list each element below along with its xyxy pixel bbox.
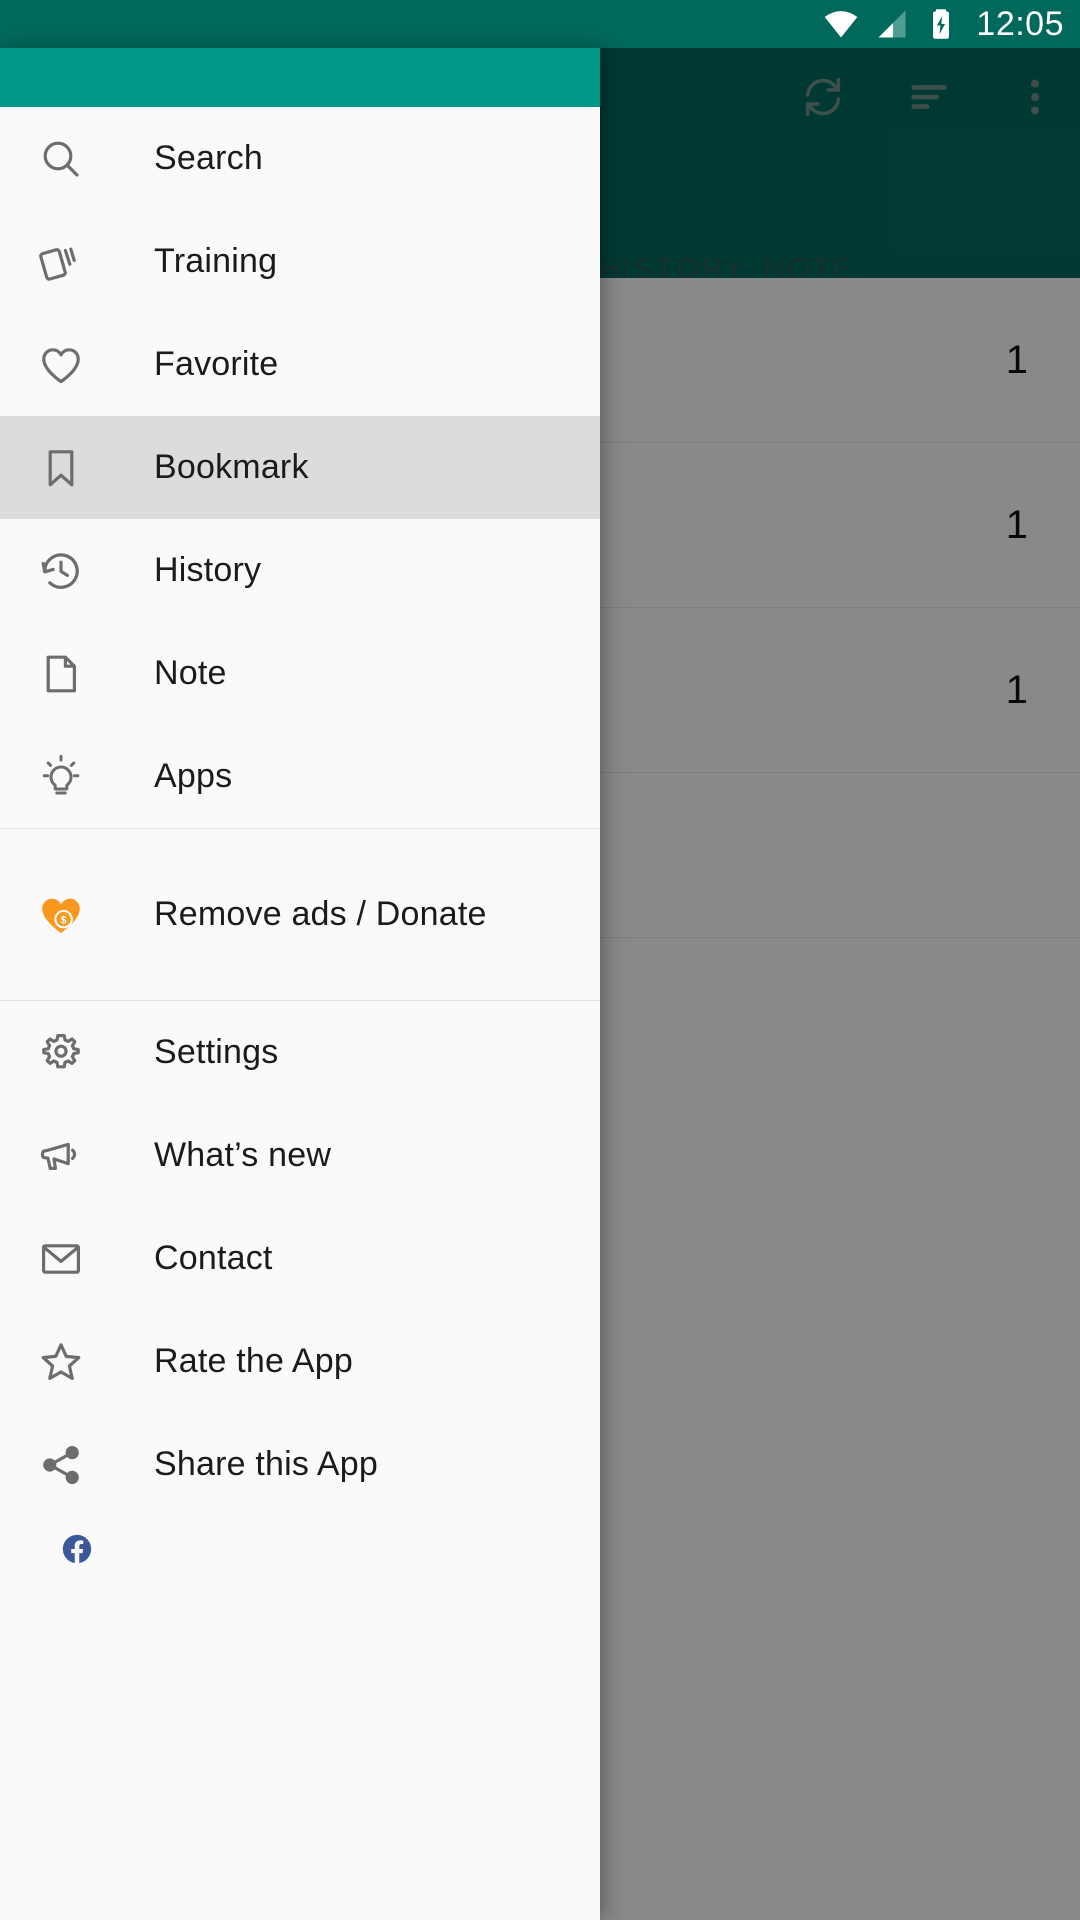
sidebar-item-contact[interactable]: Contact (0, 1207, 600, 1310)
drawer-group-primary: Search Training Favorite Bookmark Histor… (0, 107, 600, 828)
sidebar-item-label: Rate the App (154, 1342, 353, 1380)
sidebar-item-facebook[interactable] (0, 1516, 600, 1571)
sidebar-item-label: Note (154, 654, 227, 692)
sidebar-item-bookmark[interactable]: Bookmark (0, 416, 600, 519)
heart-dollar-icon: $ (31, 891, 91, 939)
lightbulb-icon (31, 753, 91, 801)
sidebar-item-whats-new[interactable]: What’s new (0, 1104, 600, 1207)
sidebar-item-search[interactable]: Search (0, 107, 600, 210)
sidebar-item-label: History (154, 551, 262, 589)
sidebar-item-rate-the-app[interactable]: Rate the App (0, 1310, 600, 1413)
sidebar-item-label: Settings (154, 1033, 279, 1071)
search-icon (31, 135, 91, 183)
status-bar-clock: 12:05 (976, 4, 1064, 43)
share-icon (31, 1441, 91, 1489)
drawer-header (0, 48, 600, 107)
sidebar-item-label: Apps (154, 757, 233, 795)
sidebar-item-apps[interactable]: Apps (0, 725, 600, 828)
sidebar-item-settings[interactable]: Settings (0, 1001, 600, 1104)
sidebar-item-training[interactable]: Training (0, 210, 600, 313)
document-icon (31, 650, 91, 698)
item-count: 1 (1005, 667, 1028, 712)
sidebar-item-label: What’s new (154, 1136, 332, 1174)
sidebar-item-label: Remove ads / Donate (154, 895, 487, 933)
cellular-signal-icon (874, 6, 910, 42)
sidebar-item-label: Favorite (154, 345, 279, 383)
wifi-icon (822, 5, 860, 43)
overflow-menu-icon[interactable] (1008, 70, 1062, 124)
heart-outline-icon (31, 341, 91, 389)
app-bar-actions (796, 70, 1062, 124)
drawer-group-donate: $ Remove ads / Donate (0, 829, 600, 1000)
sidebar-item-label: Bookmark (154, 448, 309, 486)
status-bar: 12:05 (0, 0, 1080, 48)
navigation-drawer: Search Training Favorite Bookmark Histor… (0, 48, 600, 1920)
sidebar-item-label: Training (154, 242, 278, 280)
star-outline-icon (31, 1338, 91, 1386)
sync-icon[interactable] (796, 70, 850, 124)
sidebar-item-share-this-app[interactable]: Share this App (0, 1413, 600, 1516)
sort-icon[interactable] (902, 70, 956, 124)
envelope-icon (31, 1235, 91, 1283)
gear-icon (31, 1029, 91, 1077)
sidebar-item-remove-ads-donate[interactable]: $ Remove ads / Donate (0, 829, 600, 1000)
drawer-group-secondary: Settings What’s new Contact Rate the App… (0, 1001, 600, 1571)
sidebar-item-label: Share this App (154, 1445, 378, 1483)
sidebar-item-note[interactable]: Note (0, 622, 600, 725)
svg-text:$: $ (61, 914, 67, 926)
battery-charging-icon (924, 7, 958, 41)
item-count: 1 (1005, 502, 1028, 547)
megaphone-icon (31, 1132, 91, 1180)
item-count: 1 (1005, 337, 1028, 382)
sidebar-item-history[interactable]: History (0, 519, 600, 622)
history-clock-icon (31, 547, 91, 595)
sidebar-item-label: Contact (154, 1239, 273, 1277)
bookmark-icon (31, 444, 91, 492)
sidebar-item-favorite[interactable]: Favorite (0, 313, 600, 416)
cards-icon (31, 238, 91, 286)
screen: HISTORY NOTE 1 1 1 Search Training Favor… (0, 0, 1080, 1920)
sidebar-item-label: Search (154, 139, 263, 177)
facebook-icon (60, 1534, 94, 1570)
